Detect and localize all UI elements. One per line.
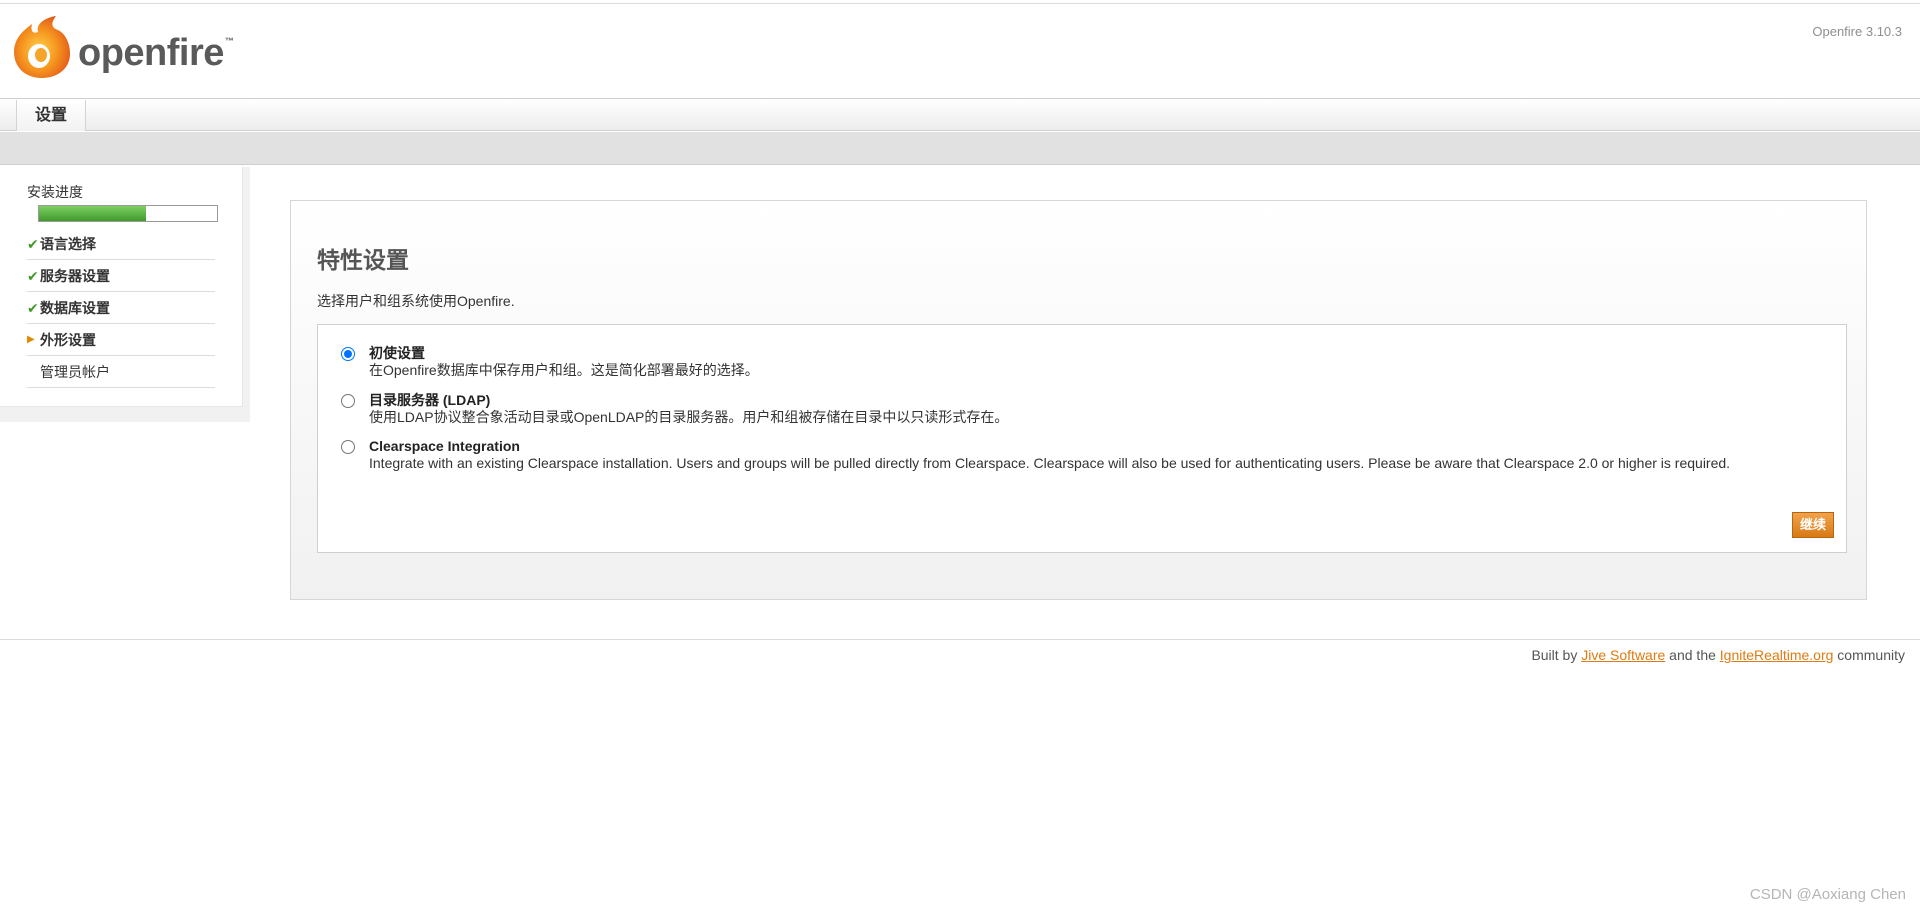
setup-steps: ✔ 语言选择 ✔ 服务器设置 ✔ 数据库设置 ▶ 外形设置 管理员帐户 [27, 228, 215, 388]
progress-bar-fill [39, 206, 146, 221]
option-title[interactable]: 目录服务器 (LDAP) [369, 392, 1769, 409]
footer-divider [0, 639, 1920, 640]
option-title[interactable]: 初使设置 [369, 345, 1769, 362]
step-database: ✔ 数据库设置 [27, 292, 215, 324]
progress-label: 安装进度 [27, 184, 83, 200]
version-label: Openfire 3.10.3 [1812, 24, 1902, 39]
main-panel: 特性设置 选择用户和组系统使用Openfire. 初使设置 在Openfire数… [290, 200, 1867, 600]
checkmark-icon: ✔ [27, 300, 39, 316]
watermark: CSDN @Aoxiang Chen [1749, 886, 1906, 903]
tab-setup[interactable]: 设置 [16, 100, 86, 131]
step-server: ✔ 服务器设置 [27, 260, 215, 292]
header: openfire™ Openfire 3.10.3 [0, 4, 1920, 99]
step-label: 语言选择 [40, 236, 96, 252]
step-label: 服务器设置 [40, 268, 110, 284]
checkmark-icon: ✔ [27, 236, 39, 252]
step-admin-account: 管理员帐户 [27, 356, 215, 388]
step-profile: ▶ 外形设置 [27, 324, 215, 356]
option-description: 在Openfire数据库中保存用户和组。这是简化部署最好的选择。 [369, 362, 759, 378]
profile-options: 初使设置 在Openfire数据库中保存用户和组。这是简化部署最好的选择。 目录… [317, 324, 1847, 553]
step-label: 管理员帐户 [40, 364, 110, 380]
tab-bar: 设置 [0, 100, 1920, 131]
page-title: 特性设置 [317, 247, 409, 273]
triangle-right-icon: ▶ [27, 334, 35, 345]
step-label: 数据库设置 [40, 300, 110, 316]
igniterealtime-link[interactable]: IgniteRealtime.org [1720, 647, 1834, 663]
openfire-logo[interactable]: openfire™ [12, 14, 234, 86]
step-label: 外形设置 [40, 332, 96, 348]
option-description: 使用LDAP协议整合象活动目录或OpenLDAP的目录服务器。用户和组被存储在目… [369, 409, 1009, 425]
option-title[interactable]: Clearspace Integration [369, 438, 1769, 455]
option-description: Integrate with an existing Clearspace in… [369, 455, 1731, 471]
checkmark-icon: ✔ [27, 268, 39, 284]
sub-navigation-bar [0, 132, 1920, 165]
footer: Built by Jive Software and the IgniteRea… [1531, 647, 1905, 663]
radio-ldap[interactable] [341, 394, 355, 408]
progress-bar [38, 205, 218, 222]
setup-progress-panel: 安装进度 ✔ 语言选择 ✔ 服务器设置 ✔ 数据库设置 ▶ 外形设置 管理员帐户 [0, 167, 243, 407]
jive-software-link[interactable]: Jive Software [1581, 647, 1665, 663]
continue-button[interactable]: 继续 [1792, 512, 1834, 538]
openfire-flame-icon [14, 16, 70, 78]
step-language: ✔ 语言选择 [27, 228, 215, 260]
logo-wordmark: openfire™ [78, 32, 234, 74]
radio-clearspace[interactable] [341, 440, 355, 454]
sidebar: 安装进度 ✔ 语言选择 ✔ 服务器设置 ✔ 数据库设置 ▶ 外形设置 管理员帐户 [0, 167, 250, 422]
radio-default[interactable] [341, 347, 355, 361]
intro-text: 选择用户和组系统使用Openfire. [317, 293, 515, 309]
